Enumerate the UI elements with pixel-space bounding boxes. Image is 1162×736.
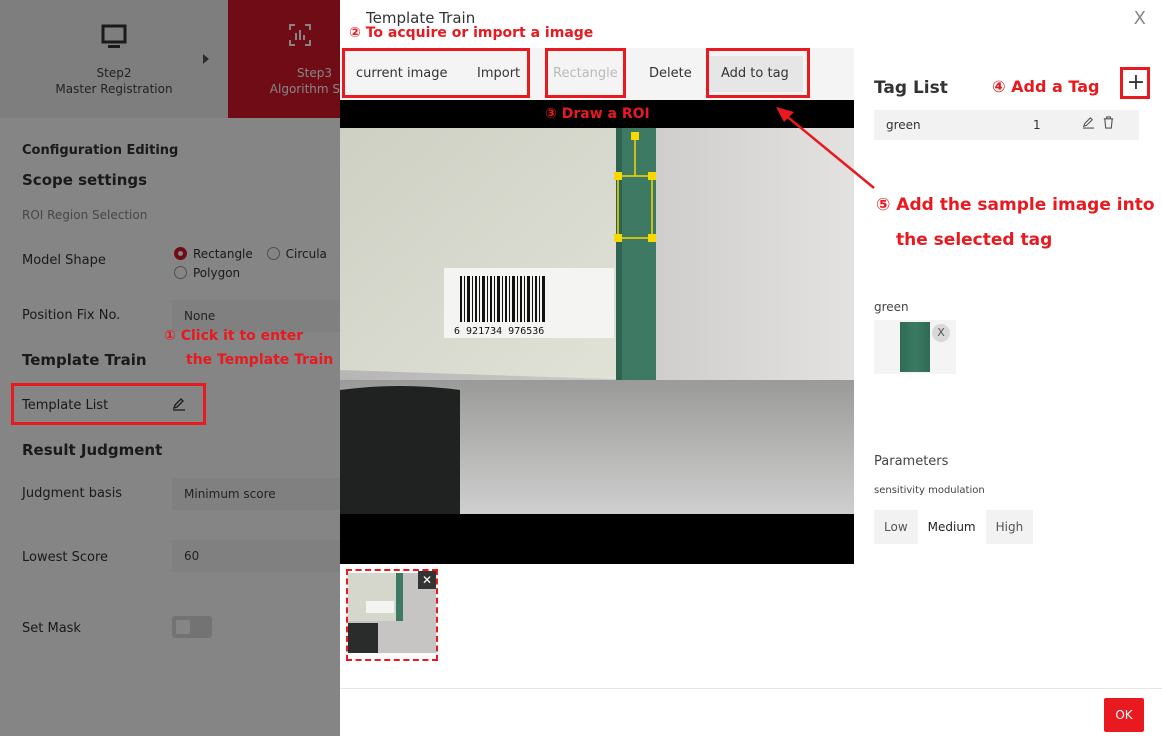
- tag-name: green: [886, 118, 921, 132]
- image-thumbnail[interactable]: ✕: [346, 569, 438, 661]
- tag-list-title: Tag List: [874, 78, 948, 98]
- sample-section-title: green: [874, 300, 909, 314]
- remove-sample-icon[interactable]: X: [932, 324, 950, 342]
- annotation-arrow: [776, 107, 875, 189]
- annotation-5: ⑤ Add the sample image into: [876, 195, 1155, 215]
- annotation-4: ④ Add a Tag: [992, 77, 1100, 96]
- ok-button[interactable]: OK: [1104, 698, 1144, 732]
- annotation-3: ③ Draw a ROI: [545, 106, 650, 122]
- annotation-box-add-tag: [1120, 67, 1150, 99]
- annotation-box-template-list: [11, 383, 206, 425]
- sensitivity-high[interactable]: High: [986, 510, 1034, 544]
- sensitivity-medium[interactable]: Medium: [917, 510, 986, 544]
- annotation-1: ① Click it to enter: [164, 328, 304, 344]
- trash-icon[interactable]: [1102, 116, 1115, 132]
- delete-button[interactable]: Delete: [649, 66, 692, 81]
- annotation-5-line2: the selected tag: [896, 230, 1053, 250]
- modal-overlay: [0, 0, 340, 736]
- sample-thumbnail: [900, 322, 930, 372]
- close-icon[interactable]: X: [1134, 8, 1146, 29]
- parameters-title: Parameters: [874, 454, 949, 469]
- sensitivity-low[interactable]: Low: [874, 510, 918, 544]
- footer-divider: [340, 688, 1162, 689]
- thumbnail-close-icon[interactable]: ✕: [418, 571, 436, 589]
- tag-row[interactable]: green 1: [874, 110, 1139, 140]
- edit-icon[interactable]: [1082, 116, 1095, 132]
- annotation-box-add-to-tag: [706, 48, 810, 98]
- annotation-box-rectangle: [545, 48, 626, 98]
- template-train-dialog: Template Train X current image Import Re…: [340, 0, 1162, 736]
- sample-image[interactable]: X: [874, 320, 956, 374]
- annotation-1-line2: the Template Train: [186, 352, 334, 368]
- sensitivity-label: sensitivity modulation: [874, 485, 985, 496]
- annotation-box-acquire: [342, 48, 530, 98]
- barcode-digits: 6 921734 976536: [454, 326, 544, 337]
- tag-count: 1: [1033, 118, 1041, 132]
- sensitivity-selector: Low Medium High: [874, 510, 1034, 544]
- annotation-2: ② To acquire or import a image: [349, 25, 594, 41]
